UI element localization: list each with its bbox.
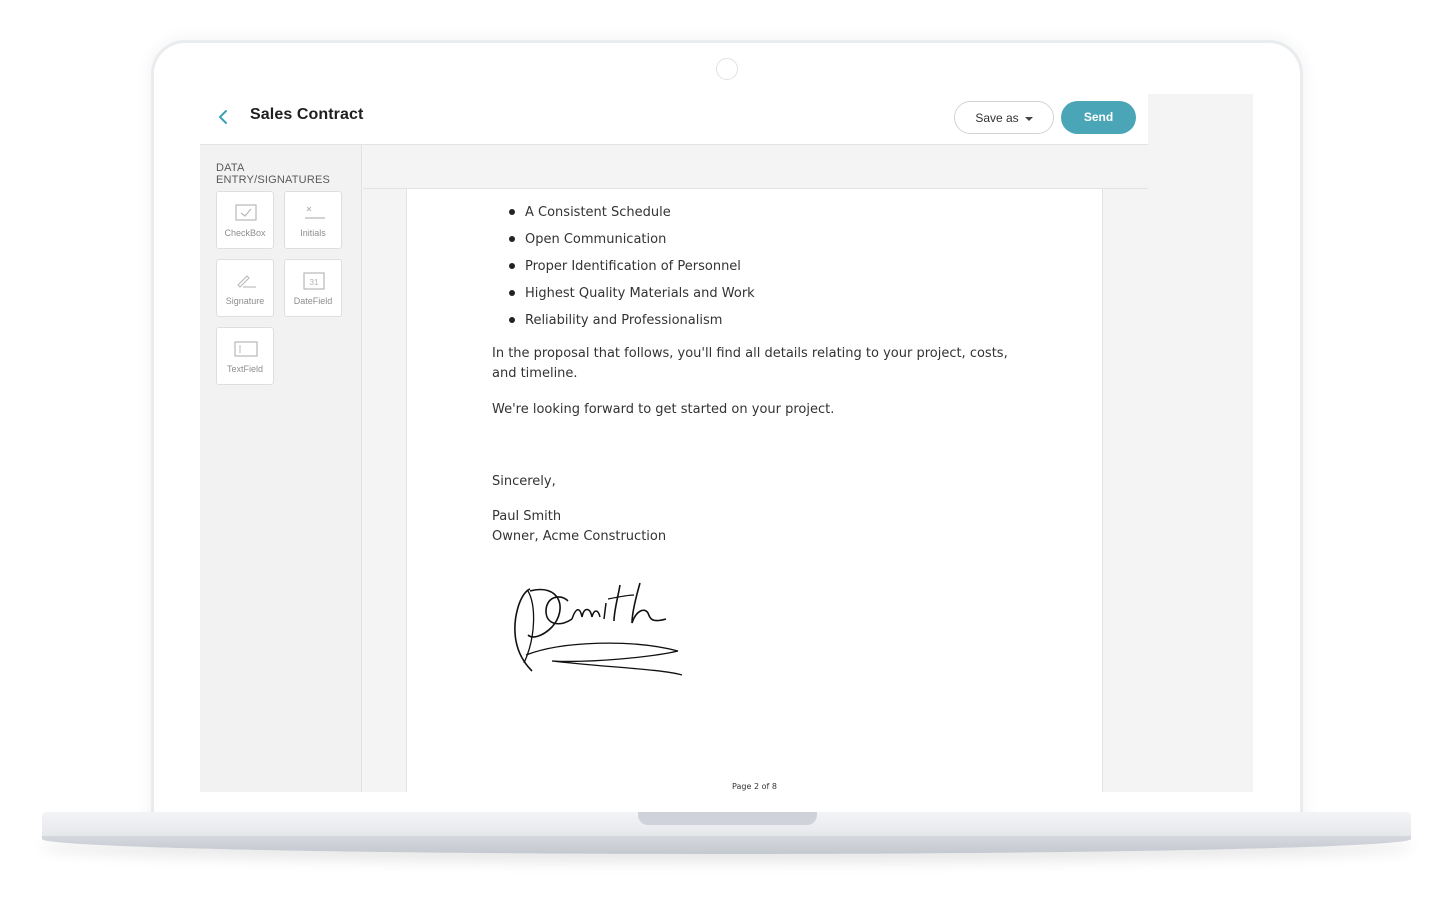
send-button[interactable]: Send <box>1061 101 1136 134</box>
page-indicator: Page 2 of 8 <box>732 782 777 791</box>
tool-label: CheckBox <box>224 228 266 238</box>
app-screen: Sales Contract Save as Send DATA ENTRY/S… <box>200 94 1253 792</box>
calendar-date-text: 31 <box>310 278 319 287</box>
checkbox-icon <box>235 204 257 221</box>
camera-icon <box>716 58 738 80</box>
bullet-list: A Consistent Schedule Open Communication… <box>505 199 755 334</box>
list-item: A Consistent Schedule <box>505 199 755 226</box>
top-bar: Sales Contract Save as Send <box>200 94 1148 145</box>
textfield-icon <box>234 341 258 357</box>
tool-label: Signature <box>225 296 265 306</box>
document-viewer[interactable]: A Consistent Schedule Open Communication… <box>363 189 1148 792</box>
tool-textfield[interactable]: TextField <box>216 327 274 385</box>
document-toolbar <box>363 145 1148 189</box>
pen-icon <box>237 275 256 288</box>
tool-initials[interactable]: Initials <box>284 191 342 249</box>
initials-icon <box>305 206 325 219</box>
laptop-base-bottom <box>42 836 1411 854</box>
signer-title: Owner, Acme Construction <box>492 529 667 544</box>
tool-label: DateField <box>293 296 333 306</box>
closing-salutation: Sincerely, <box>492 474 556 489</box>
sidebar-title: DATA ENTRY/SIGNATURES <box>216 162 331 186</box>
sidebar: DATA ENTRY/SIGNATURES CheckBox Initials … <box>200 145 362 792</box>
tool-datefield[interactable]: 31 DateField <box>284 259 342 317</box>
paragraph-closing-statement: We're looking forward to get started on … <box>492 402 835 417</box>
signer-name: Paul Smith <box>492 509 562 524</box>
paragraph-details: In the proposal that follows, you'll fin… <box>492 346 1008 381</box>
right-panel <box>1148 94 1253 792</box>
list-item: Reliability and Professionalism <box>505 307 755 334</box>
list-item: Proper Identification of Personnel <box>505 253 755 280</box>
calendar-icon: 31 <box>303 272 325 290</box>
laptop-notch <box>638 812 817 825</box>
tool-label: TextField <box>226 364 263 374</box>
document-page[interactable]: A Consistent Schedule Open Communication… <box>406 189 1103 792</box>
chevron-left-icon <box>219 110 227 124</box>
back-button[interactable] <box>214 106 234 128</box>
save-as-label: Save as <box>975 111 1019 125</box>
page-title: Sales Contract <box>250 106 364 123</box>
save-as-button[interactable]: Save as <box>954 101 1054 134</box>
tool-checkbox[interactable]: CheckBox <box>216 191 274 249</box>
tool-signature[interactable]: Signature <box>216 259 274 317</box>
tool-label: Initials <box>300 228 326 238</box>
handwritten-signature <box>514 582 683 676</box>
caret-down-icon <box>1024 116 1033 121</box>
list-item: Highest Quality Materials and Work <box>505 280 755 307</box>
list-item: Open Communication <box>505 226 755 253</box>
